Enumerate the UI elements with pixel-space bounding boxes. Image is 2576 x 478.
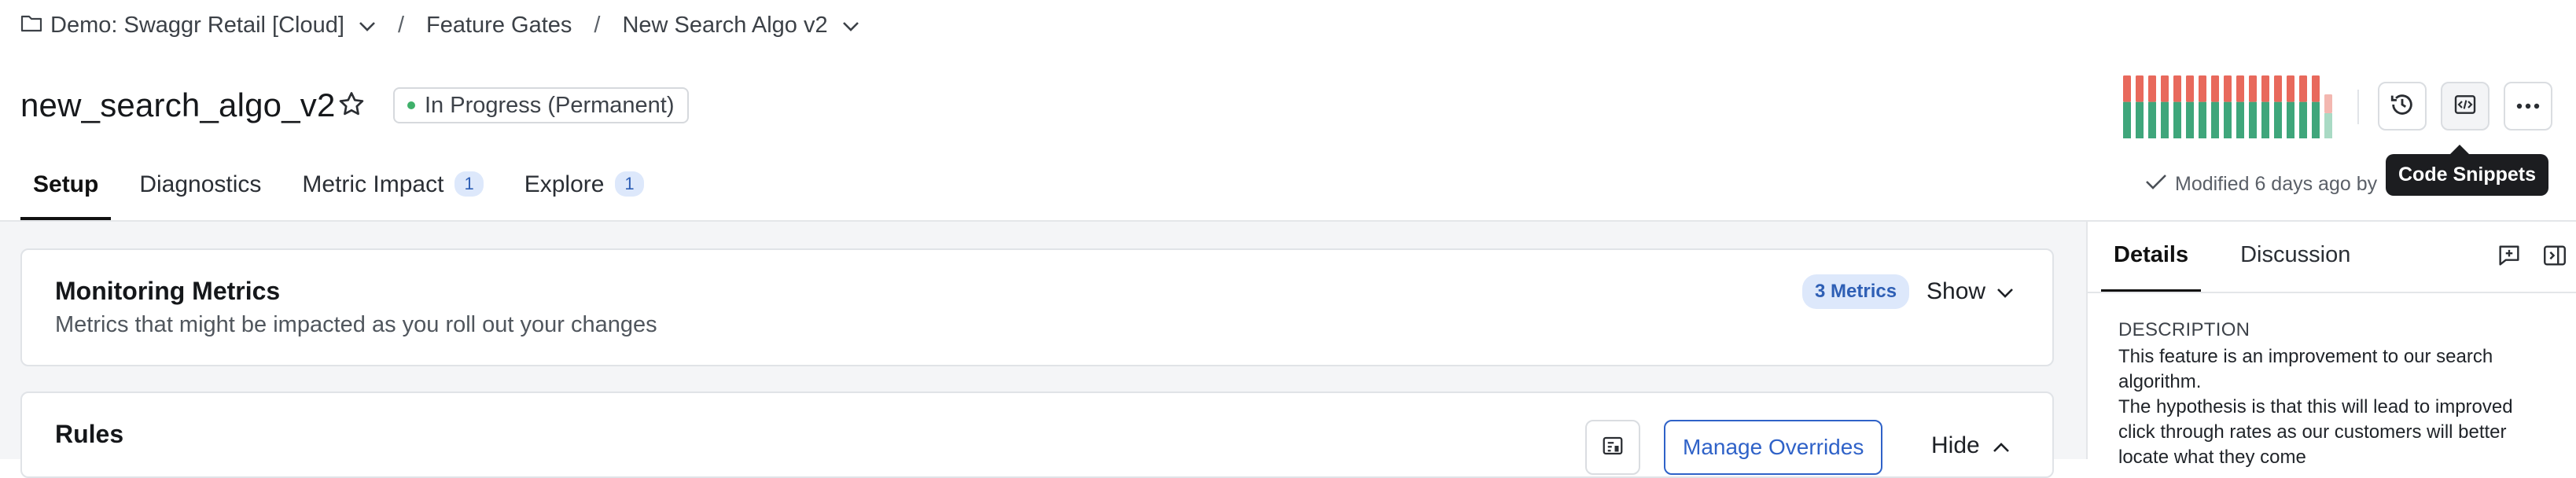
spark-bar-pass [2173,101,2181,138]
toolbar-divider [2357,90,2359,124]
rules-layout-button[interactable] [1585,420,1640,475]
spark-bar-fail [2136,75,2144,102]
side-panel-tab-divider [2088,292,2576,293]
chevron-down-icon [1996,278,2014,305]
breadcrumb-project-label: Demo: Swaggr Retail [Cloud] [50,12,344,38]
monitoring-title: Monitoring Metrics [55,277,281,305]
spark-bar-pass [2287,101,2294,138]
code-icon [2453,92,2478,121]
spark-bar-pass [2324,113,2332,138]
code-snippets-button[interactable] [2441,82,2490,131]
list-layout-icon [1601,434,1625,461]
page-title: new_search_algo_v2 [20,86,336,123]
spark-bar-fail [2274,75,2282,102]
status-dot [407,101,415,109]
chevron-down-icon [842,13,859,39]
spark-bar-pass [2136,101,2144,138]
collapse-panel-icon [2541,245,2568,272]
breadcrumb: Demo: Swaggr Retail [Cloud] / Feature Ga… [20,9,859,41]
tab-explore[interactable]: Explore 1 [512,157,657,220]
breadcrumb-item-label: New Search Algo v2 [622,12,828,38]
chevron-up-icon [1993,432,2010,459]
manage-overrides-button[interactable]: Manage Overrides [1664,420,1883,475]
tab-setup[interactable]: Setup [20,157,112,220]
spark-bar-pass [2261,101,2269,138]
tab-diagnostics[interactable]: Diagnostics [127,157,274,220]
chevron-down-icon [359,13,376,39]
spark-bar-pass [2211,101,2219,138]
spark-bar-fail [2249,75,2257,102]
history-button[interactable] [2378,82,2427,131]
spark-bar-fail [2324,94,2332,113]
tab-bar: Setup Diagnostics Metric Impact 1 Explor… [20,157,672,220]
spark-bar-fail [2312,75,2320,102]
spark-bar-fail [2211,75,2219,102]
more-options-button[interactable] [2504,82,2552,131]
show-metrics-button[interactable]: Show [1926,278,2014,305]
hide-label: Hide [1931,432,1980,458]
spark-bar-fail [2186,75,2194,102]
description-text: This feature is an improvement to our se… [2118,344,2535,470]
collapse-panel-button[interactable] [2541,242,2568,273]
history-icon [2389,91,2416,122]
rules-title: Rules [55,420,124,448]
breadcrumb-item[interactable]: New Search Algo v2 [622,13,859,39]
spark-bar-fail [2287,75,2294,102]
metrics-count-badge[interactable]: 3 Metrics [1802,274,1910,309]
modified-text: Modified 6 days ago by [2175,173,2378,195]
status-badge: In Progress (Permanent) [393,87,689,123]
description-line: This feature is an improvement to our se… [2118,346,2493,392]
tab-label: Metric Impact [302,171,444,197]
spark-bar-pass [2148,101,2156,138]
spark-bar-pass [2161,101,2169,138]
spark-bar-pass [2186,101,2194,138]
spark-bar-pass [2236,101,2244,138]
spark-bar-fail [2173,75,2181,102]
spark-bar-fail [2161,75,2169,102]
tab-discussion[interactable]: Discussion [2228,222,2363,292]
spark-bar-fail [2299,75,2307,102]
tab-details[interactable]: Details [2101,222,2202,292]
spark-bar-fail [2199,75,2206,102]
breadcrumb-separator: / [397,12,405,38]
rules-card: Rules Manage Overrides Hide [20,392,2054,478]
spark-bar-pass [2249,101,2257,138]
pulse-sparkline[interactable] [2123,75,2339,138]
hide-rules-button[interactable]: Hide [1931,432,2010,459]
breadcrumb-section[interactable]: Feature Gates [426,13,572,39]
spark-bar-fail [2148,75,2156,102]
spark-bar-pass [2312,101,2320,138]
code-snippets-tooltip: Code Snippets [2386,145,2549,196]
spark-bar-pass [2299,101,2307,138]
side-panel-tabs: Details Discussion [2101,222,2390,292]
add-comment-icon [2496,245,2523,272]
breadcrumb-separator: / [594,12,601,38]
monitoring-metrics-card: Monitoring Metrics Metrics that might be… [20,248,2054,366]
description-label: DESCRIPTION [2118,319,2250,340]
spark-bar-fail [2224,75,2232,102]
star-icon[interactable] [337,90,366,123]
spark-bar-pass [2123,101,2131,138]
spark-bar-pass [2199,101,2206,138]
check-icon [2145,173,2167,196]
spark-bar-pass [2274,101,2282,138]
tab-count-badge: 1 [454,171,484,197]
spark-bar-fail [2236,75,2244,102]
spark-bar-fail [2123,75,2131,102]
add-comment-button[interactable] [2496,242,2523,273]
tab-metric-impact[interactable]: Metric Impact 1 [289,157,495,220]
tab-label: Explore [524,171,605,197]
folder-icon [20,13,42,39]
show-label: Show [1926,278,1986,304]
status-label: In Progress (Permanent) [425,92,675,118]
ellipsis-icon [2516,99,2540,113]
tab-label: Setup [33,171,99,197]
tab-label: Diagnostics [139,171,262,197]
side-panel-divider [2086,222,2088,459]
spark-bar-fail [2261,75,2269,102]
tab-count-badge: 1 [615,171,644,197]
monitoring-subtitle: Metrics that might be impacted as you ro… [55,312,657,337]
breadcrumb-project[interactable]: Demo: Swaggr Retail [Cloud] [20,13,376,39]
spark-bar-pass [2224,101,2232,138]
